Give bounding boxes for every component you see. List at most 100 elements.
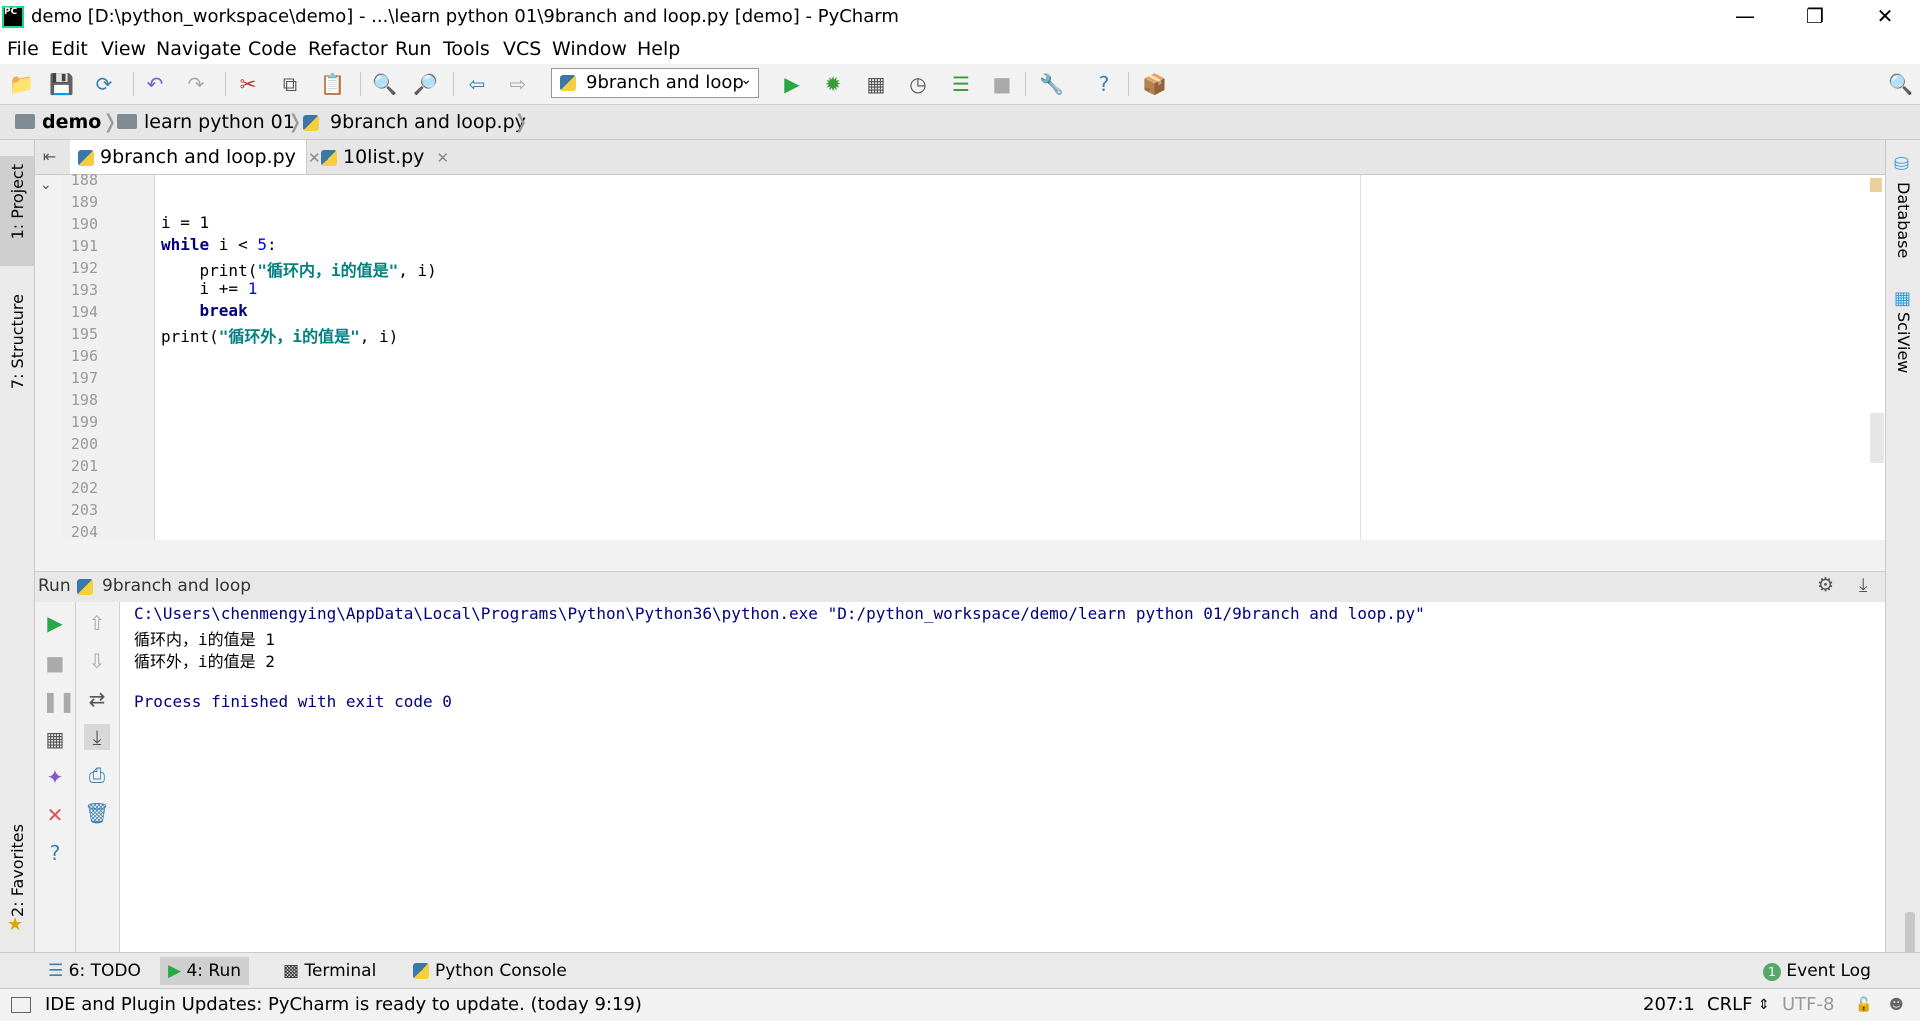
- chevron-down-icon[interactable]: ⌄: [40, 177, 52, 193]
- trash-icon[interactable]: 🗑: [84, 800, 110, 826]
- tool-tab-sciview[interactable]: SciView: [1894, 312, 1913, 373]
- star-icon: ★: [7, 914, 24, 935]
- find-icon[interactable]: 🔍: [372, 72, 397, 96]
- status-message[interactable]: IDE and Plugin Updates: PyCharm is ready…: [45, 994, 642, 1015]
- gear-icon[interactable]: ⚙: [1817, 574, 1834, 596]
- sdk-icon[interactable]: 📦: [1142, 72, 1167, 96]
- concurrency-icon[interactable]: ☰: [949, 72, 973, 96]
- file-encoding[interactable]: UTF-8: [1782, 994, 1834, 1015]
- cut-icon[interactable]: ✂: [236, 72, 260, 96]
- settings-icon[interactable]: 🔧: [1039, 72, 1064, 96]
- rerun-icon[interactable]: ▶: [42, 610, 68, 636]
- line-separator[interactable]: CRLF: [1707, 994, 1752, 1015]
- pin-icon[interactable]: ✦: [42, 764, 68, 790]
- replace-icon[interactable]: 🔎: [413, 72, 438, 96]
- menu-help[interactable]: Help: [637, 38, 680, 60]
- event-log-button[interactable]: 1 Event Log: [1755, 957, 1879, 985]
- tool-tab-python-console[interactable]: Python Console: [405, 957, 575, 985]
- run-icon: ▶: [168, 961, 182, 981]
- line-number: 197: [70, 369, 98, 387]
- tab-10list[interactable]: 10list.py ✕: [313, 140, 483, 174]
- breadcrumb-folder[interactable]: learn python 01: [144, 111, 295, 133]
- hide-panel-icon[interactable]: ⤓: [1859, 574, 1867, 596]
- back-icon[interactable]: ⇦: [465, 72, 489, 96]
- open-folder-icon[interactable]: 📁: [9, 72, 34, 96]
- todo-icon: ☰: [48, 961, 64, 981]
- sync-icon[interactable]: ⟳: [92, 72, 116, 96]
- menu-run[interactable]: Run: [395, 38, 431, 60]
- stop-icon[interactable]: ■: [990, 72, 1014, 96]
- warning-marker-icon[interactable]: [1870, 178, 1882, 192]
- redo-icon[interactable]: ↷: [184, 72, 208, 96]
- chevron-right-icon: ❭: [287, 111, 303, 133]
- forward-icon[interactable]: ⇨: [506, 72, 530, 96]
- run-panel-config[interactable]: 9branch and loop: [102, 576, 251, 596]
- coverage-icon[interactable]: ▦: [864, 72, 888, 96]
- tool-tab-database[interactable]: Database: [1894, 182, 1913, 258]
- search-everywhere-icon[interactable]: 🔍: [1888, 72, 1913, 96]
- line-number: 190: [70, 215, 98, 233]
- caret-position[interactable]: 207:1: [1643, 994, 1695, 1015]
- stop-icon[interactable]: ■: [42, 650, 68, 676]
- line-number: 195: [70, 325, 98, 343]
- menu-file[interactable]: File: [7, 38, 39, 60]
- tool-tab-todo[interactable]: ☰ 6: TODO: [40, 957, 149, 985]
- line-number: 191: [70, 237, 98, 255]
- tool-tab-project[interactable]: 1: Project: [8, 164, 27, 239]
- window-title: demo [D:\python_workspace\demo] - ...\le…: [31, 6, 899, 27]
- tool-tab-run[interactable]: ▶ 4: Run: [160, 957, 250, 985]
- breadcrumb-demo[interactable]: demo: [42, 111, 101, 133]
- tool-tab-structure[interactable]: 7: Structure: [8, 294, 27, 389]
- toggle-tool-windows-icon[interactable]: [11, 997, 31, 1013]
- close-button[interactable]: ✕: [1850, 0, 1920, 34]
- scroll-to-end-icon[interactable]: ⤓: [84, 724, 110, 750]
- soft-wrap-icon[interactable]: ⇄: [84, 686, 110, 712]
- menu-navigate[interactable]: Navigate: [156, 38, 241, 60]
- lock-icon[interactable]: 🔓: [1855, 997, 1872, 1013]
- inspector-icon[interactable]: ☻: [1889, 997, 1904, 1013]
- copy-icon[interactable]: ⧉: [278, 72, 302, 96]
- menu-code[interactable]: Code: [248, 38, 297, 60]
- tool-tab-terminal[interactable]: ▩ Terminal: [275, 957, 384, 985]
- tool-tab-favorites[interactable]: 2: Favorites: [8, 824, 27, 917]
- menu-bar: File Edit View Navigate Code Refactor Ru…: [0, 34, 1920, 64]
- console-line: 循环内，i的值是 1: [134, 630, 275, 649]
- menu-view[interactable]: View: [101, 38, 146, 60]
- chevron-down-icon: ⌄: [740, 72, 752, 88]
- event-count-badge: 1: [1763, 963, 1781, 981]
- help-icon[interactable]: ?: [42, 840, 68, 866]
- debug-icon[interactable]: ✹: [821, 72, 845, 96]
- run-icon[interactable]: ▶: [780, 72, 804, 96]
- menu-edit[interactable]: Edit: [51, 38, 88, 60]
- layout-icon[interactable]: ▦: [42, 726, 68, 752]
- left-tool-stripe: 1: Project 7: Structure 2: Favorites ★: [0, 140, 35, 952]
- sciview-icon: ▦: [1894, 288, 1912, 309]
- menu-window[interactable]: Window: [552, 38, 627, 60]
- tab-9branch-and-loop[interactable]: 9branch and loop.py ✕: [70, 140, 321, 174]
- print-icon[interactable]: ⎙: [84, 762, 110, 788]
- editor-scrollbar[interactable]: [1870, 413, 1884, 463]
- profile-icon[interactable]: ◷: [906, 72, 930, 96]
- code-editor[interactable]: i = 1 while i < 5: print("循环内，i的值是", i) …: [155, 175, 1885, 540]
- arrow-down-icon[interactable]: ⇩: [84, 648, 110, 674]
- undo-icon[interactable]: ↶: [143, 72, 167, 96]
- help-icon[interactable]: ?: [1092, 72, 1116, 96]
- restore-button[interactable]: ❐: [1780, 0, 1850, 34]
- breadcrumb-file[interactable]: 9branch and loop.py: [330, 111, 526, 133]
- console-line: 循环外，i的值是 2: [134, 652, 275, 671]
- run-config-select[interactable]: 9branch and loop ⌄: [551, 68, 759, 98]
- run-panel-label: Run: [38, 576, 71, 596]
- menu-tools[interactable]: Tools: [443, 38, 490, 60]
- pause-icon[interactable]: ❚❚: [42, 688, 76, 714]
- paste-icon[interactable]: 📋: [320, 72, 345, 96]
- close-tab-icon[interactable]: ✕: [436, 149, 449, 167]
- minimize-button[interactable]: —: [1710, 0, 1780, 34]
- run-console-output[interactable]: C:\Users\chenmengying\AppData\Local\Prog…: [120, 602, 1885, 952]
- close-icon[interactable]: ✕: [42, 802, 68, 828]
- arrow-up-icon[interactable]: ⇧: [84, 610, 110, 636]
- line-number-gutter: 188 189 190 191 192 193 194 195 196 197 198 199 200 2…: [62, 171, 155, 541]
- menu-vcs[interactable]: VCS: [503, 38, 541, 60]
- save-icon[interactable]: 💾: [49, 72, 74, 96]
- menu-refactor[interactable]: Refactor: [308, 38, 388, 60]
- collapse-icon[interactable]: ⇤: [36, 140, 63, 174]
